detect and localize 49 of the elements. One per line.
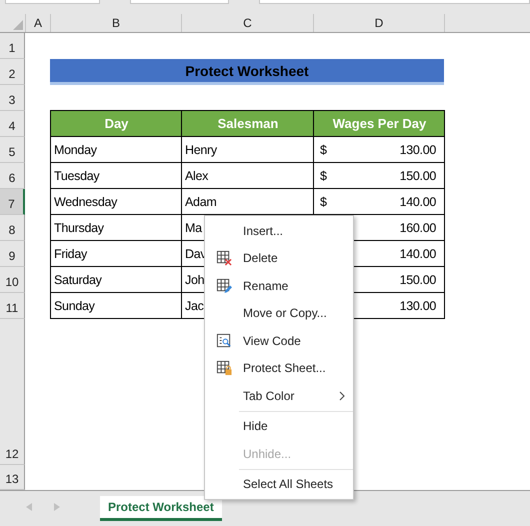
menu-item[interactable]: Protect Sheet... xyxy=(205,354,353,382)
menu-item[interactable]: View Code xyxy=(205,327,353,354)
row-number[interactable]: 2 xyxy=(0,59,25,85)
wage-value: 140.00 xyxy=(400,246,436,260)
column-header-cell: Wages Per Day xyxy=(313,110,445,137)
currency-symbol: $ xyxy=(320,194,327,208)
row-number[interactable]: 5 xyxy=(0,137,25,163)
row-number[interactable]: 8 xyxy=(0,215,25,241)
wage-value: 130.00 xyxy=(400,142,436,156)
wage-value: 130.00 xyxy=(400,298,436,312)
column-letter[interactable]: D xyxy=(314,14,445,32)
row-number[interactable]: 11 xyxy=(0,293,25,319)
table-cell: Sunday xyxy=(50,292,182,319)
currency-symbol: $ xyxy=(320,142,327,156)
scroll-right-icon[interactable] xyxy=(54,503,60,511)
chevron-right-icon xyxy=(339,391,345,401)
row-number[interactable]: 10 xyxy=(0,267,25,293)
scroll-left-icon[interactable] xyxy=(26,503,32,511)
function-box[interactable] xyxy=(130,0,230,4)
menu-item[interactable]: Hide xyxy=(205,412,353,440)
sheet-tab[interactable]: Protect Worksheet xyxy=(100,496,222,521)
rename-sheet-icon xyxy=(216,278,232,294)
formula-bar[interactable] xyxy=(259,0,530,4)
protect-sheet-icon xyxy=(216,360,232,376)
row-number[interactable]: 4 xyxy=(0,111,25,137)
select-all-icon[interactable] xyxy=(13,20,23,30)
column-header-cell: Day xyxy=(50,110,182,137)
wage-value: 160.00 xyxy=(400,220,436,234)
row-number[interactable]: 12 xyxy=(0,319,25,465)
row-number[interactable]: 1 xyxy=(0,33,25,59)
wage-value: 150.00 xyxy=(400,168,436,182)
row-number[interactable]: 3 xyxy=(0,85,25,111)
row-number[interactable]: 6 xyxy=(0,163,25,189)
row-number[interactable]: 13 xyxy=(0,465,25,490)
column-letter[interactable]: B xyxy=(51,14,182,32)
column-letter[interactable]: A xyxy=(26,14,51,32)
wage-value: 150.00 xyxy=(400,272,436,286)
row-number[interactable]: 7 xyxy=(0,189,25,215)
currency-symbol: $ xyxy=(320,168,327,182)
view-code-icon xyxy=(216,332,232,349)
menu-item[interactable]: Select All Sheets xyxy=(205,470,353,498)
sheet-title: Protect Worksheet xyxy=(50,59,444,85)
delete-sheet-icon xyxy=(216,250,232,266)
name-box[interactable] xyxy=(5,0,100,4)
wage-value: 140.00 xyxy=(400,194,436,208)
menu-item[interactable]: Tab Color xyxy=(205,382,353,410)
column-header-cell: Salesman xyxy=(181,110,314,137)
column-letter[interactable]: C xyxy=(182,14,314,32)
row-number[interactable]: 9 xyxy=(0,241,25,267)
